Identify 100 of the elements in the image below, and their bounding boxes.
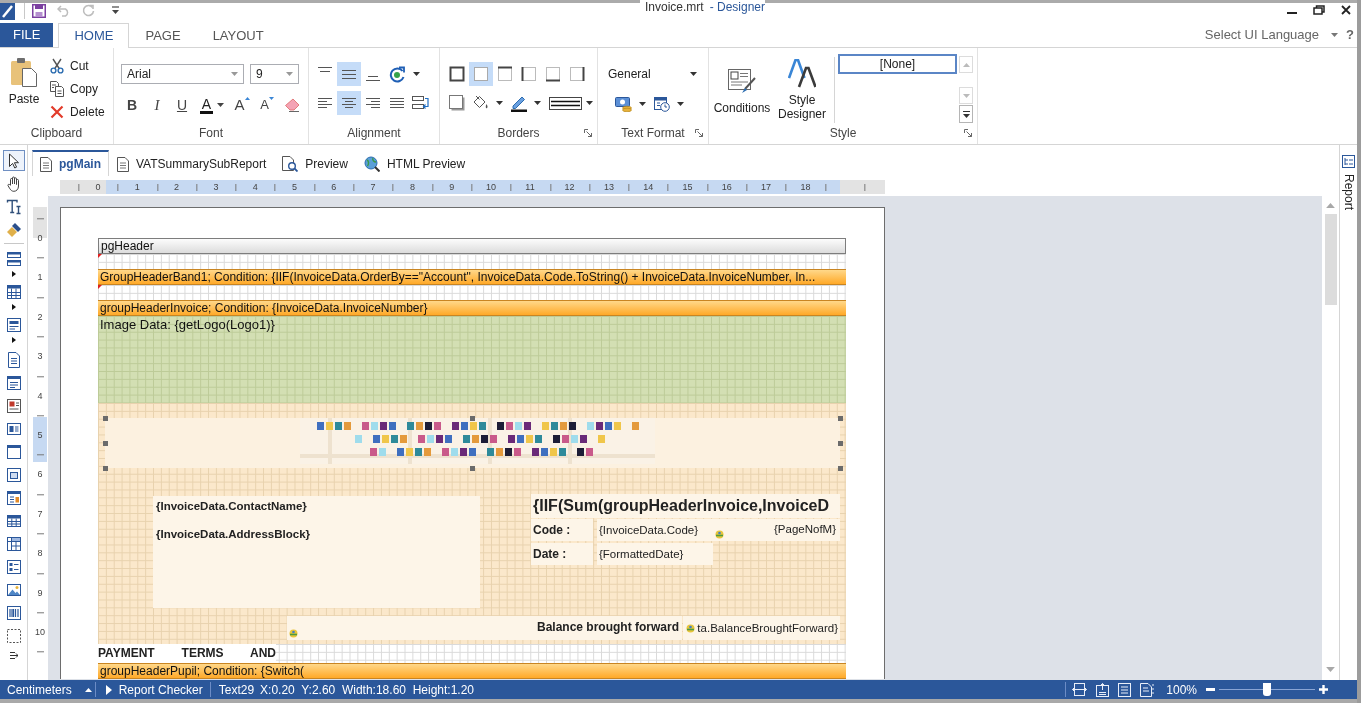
style-designer-button[interactable]: Style Designer	[773, 48, 831, 124]
restore-icon[interactable]	[1313, 5, 1325, 15]
expand-arrow-icon[interactable]	[11, 304, 16, 310]
ruler-number: 14	[643, 181, 654, 193]
align-right-icon	[365, 98, 381, 108]
actual-size-icon[interactable]	[1140, 682, 1157, 697]
text-cursor-icon	[5, 198, 22, 215]
scrollbar-thumb[interactable]	[1324, 214, 1337, 305]
italic-button[interactable]: I	[146, 94, 168, 116]
panel-window-icon	[5, 443, 22, 460]
group-label: Style	[829, 125, 857, 142]
dashed-rectangle-icon	[5, 627, 22, 644]
alignment-button[interactable]	[337, 62, 361, 86]
paste-button[interactable]: Paste	[6, 54, 42, 123]
label-box-icon	[5, 420, 22, 437]
selection-handle[interactable]	[838, 416, 843, 421]
expand-arrow-icon[interactable]	[11, 271, 16, 277]
bottom-border-icon	[545, 66, 561, 82]
preview-tab[interactable]: Preview	[274, 150, 356, 176]
caret-down-icon	[677, 102, 684, 106]
font-style-icon	[788, 59, 816, 88]
report-tree-tab[interactable]: Report	[1342, 155, 1355, 211]
selection-handle[interactable]	[103, 416, 108, 421]
globe-magnifier-icon	[363, 156, 380, 172]
band-header: groupHeaderInvoice; Condition: {InvoiceData.InvoiceNumber}	[98, 300, 846, 316]
color-bar-icon	[200, 110, 213, 114]
dialog-launcher-icon[interactable]	[964, 129, 972, 137]
fit-width-icon[interactable]	[1072, 683, 1088, 696]
save-icon[interactable]	[32, 4, 46, 18]
ruler-number: 12	[564, 181, 575, 193]
caret-up-icon	[84, 687, 92, 692]
html-preview-tab[interactable]: HTML Preview	[355, 150, 474, 176]
slider-thumb[interactable]	[1263, 683, 1271, 696]
line-style-icon	[549, 96, 582, 110]
paint-bucket-icon	[472, 95, 489, 111]
caret-down-icon	[286, 72, 293, 76]
fit-height-icon[interactable]	[1096, 682, 1110, 697]
balance-label: Balance brought forward	[537, 620, 679, 634]
word-wrap-icon	[412, 95, 430, 111]
delete-button[interactable]: Delete	[50, 100, 105, 123]
report-section-tab[interactable]: pgMain	[32, 150, 109, 176]
ruler-number: 18	[800, 181, 811, 193]
grow-font-button[interactable]: A	[231, 94, 253, 116]
shrink-font-button[interactable]: A	[256, 94, 278, 116]
customize-menu-icon[interactable]	[112, 6, 119, 14]
selection-handle[interactable]	[838, 466, 843, 471]
underline-button[interactable]: U	[171, 94, 193, 116]
ruler-number: 6	[36, 469, 44, 481]
triangle-up-icon	[244, 97, 250, 100]
cut-button[interactable]: Cut	[50, 54, 105, 77]
tree-list-icon	[1342, 155, 1355, 168]
style-gallery-item[interactable]: [None]	[838, 54, 957, 74]
copy-button[interactable]: Copy	[50, 77, 105, 100]
alignment-button[interactable]	[337, 91, 361, 115]
help-button[interactable]: ?	[1346, 25, 1354, 45]
ribbon-tab[interactable]: HOME	[58, 23, 130, 48]
selection-handle[interactable]	[103, 466, 108, 471]
field-value: {FormattedDate}	[597, 543, 713, 565]
ribbon-tab[interactable]: PAGE	[129, 23, 197, 47]
caret-down-icon	[690, 72, 697, 76]
language-menu[interactable]: Select UI Language	[1204, 25, 1339, 45]
ruler-number: 7	[36, 508, 44, 520]
toolbar-overflow-icon[interactable]	[9, 652, 18, 659]
dialog-launcher-icon[interactable]	[584, 129, 592, 137]
close-icon[interactable]	[1341, 5, 1351, 15]
report-section-tab[interactable]: VATSummarySubReport	[109, 150, 275, 176]
font-family-combobox[interactable]: Arial	[121, 64, 244, 84]
app-title: - Designer	[709, 0, 766, 14]
ruler-number: 2	[174, 181, 180, 193]
caret-up-icon	[962, 62, 970, 67]
band-header: groupHeaderPupil; Condition: {Switch(	[98, 663, 846, 679]
file-tab[interactable]: FILE	[0, 23, 54, 47]
expand-arrow-icon[interactable]	[11, 337, 16, 343]
document-magnifier-icon	[282, 156, 299, 172]
font-size-combobox[interactable]: 9	[250, 64, 299, 84]
format-combobox[interactable]: General	[604, 64, 702, 84]
right-border-icon	[569, 66, 585, 82]
selection-handle[interactable]	[470, 466, 475, 471]
report-checker-button[interactable]: Report Checker	[105, 680, 203, 699]
zoom-in-icon[interactable]	[1319, 685, 1328, 694]
selection-handle[interactable]	[470, 416, 475, 421]
image-component: Image Data: {getLogo(Logo1)}	[98, 316, 846, 403]
picture-icon	[5, 581, 22, 598]
group-label: Text Format	[621, 125, 685, 142]
align-justify-icon	[389, 98, 405, 108]
caret-down-icon	[1331, 33, 1339, 37]
gallery-more-button[interactable]	[959, 105, 973, 123]
bold-button[interactable]: B	[121, 94, 143, 116]
text-list-icon	[5, 558, 22, 575]
zoom-slider[interactable]	[1219, 683, 1315, 696]
pointer-tool[interactable]	[2, 150, 25, 171]
whole-page-icon[interactable]	[1118, 682, 1132, 697]
units-menu[interactable]: Centimeters	[7, 680, 92, 699]
calendar-clock-icon	[654, 96, 670, 112]
selection-handle[interactable]	[103, 441, 108, 446]
selection-handle[interactable]	[838, 441, 843, 446]
dialog-launcher-icon[interactable]	[695, 129, 703, 137]
ribbon-tab[interactable]: LAYOUT	[196, 23, 280, 47]
font-color-button[interactable]: A	[196, 94, 228, 116]
conditions-button[interactable]: Conditions	[713, 48, 771, 124]
